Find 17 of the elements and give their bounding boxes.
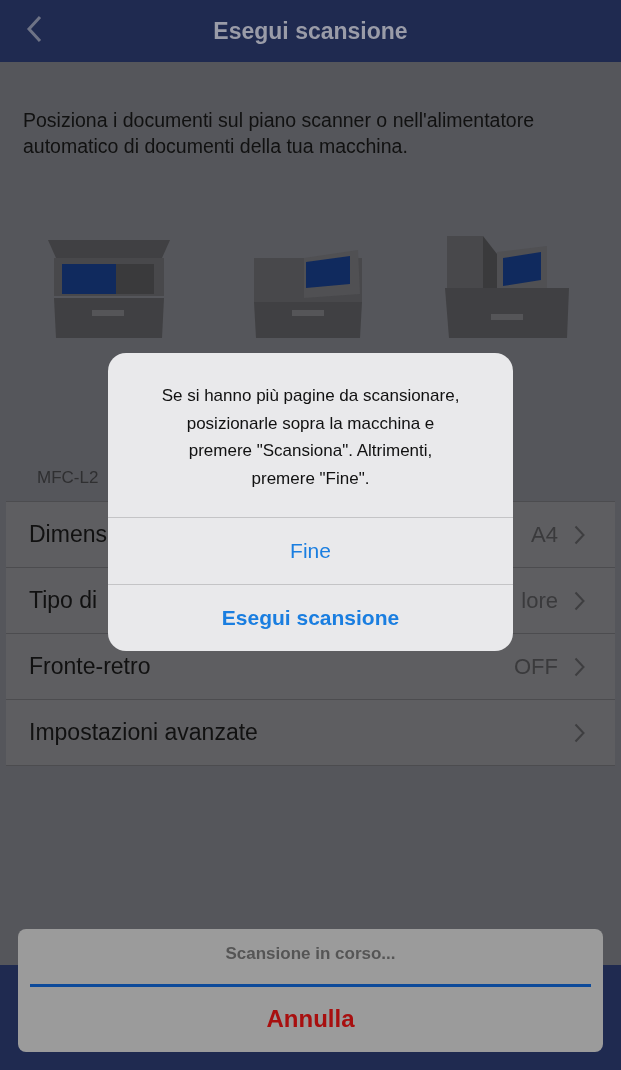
settings-row[interactable]: Impostazioni avanzate xyxy=(6,700,615,765)
chevron-icon xyxy=(574,524,585,545)
setting-label: Fronte-retro xyxy=(29,653,152,680)
alert-message: Se si hanno più pagine da scansionare, posizionarle sopra la macchina e premere "Scansiona". Altrimenti, premere "Fine". xyxy=(108,353,513,518)
chevron-icon xyxy=(574,656,585,677)
setting-label: Dimens xyxy=(29,521,108,548)
back-icon[interactable] xyxy=(26,15,42,43)
chevron-icon xyxy=(574,722,585,743)
screen-title: Esegui scansione xyxy=(213,17,408,45)
alert-button[interactable]: Fine xyxy=(108,518,513,584)
chevron-icon xyxy=(574,590,585,611)
instruction-text: Posiziona i documenti sul piano scanner o nell'alimentatore automatico di documenti della tua macchina. xyxy=(23,108,536,159)
status-text: Scansione in corso... xyxy=(225,944,396,965)
cancel-button[interactable]: Annulla xyxy=(258,1005,363,1033)
alert-button[interactable]: Esegui scansione xyxy=(108,584,513,650)
setting-label: Impostazioni avanzate xyxy=(29,719,259,746)
setting-label: Tipo di xyxy=(29,587,99,614)
